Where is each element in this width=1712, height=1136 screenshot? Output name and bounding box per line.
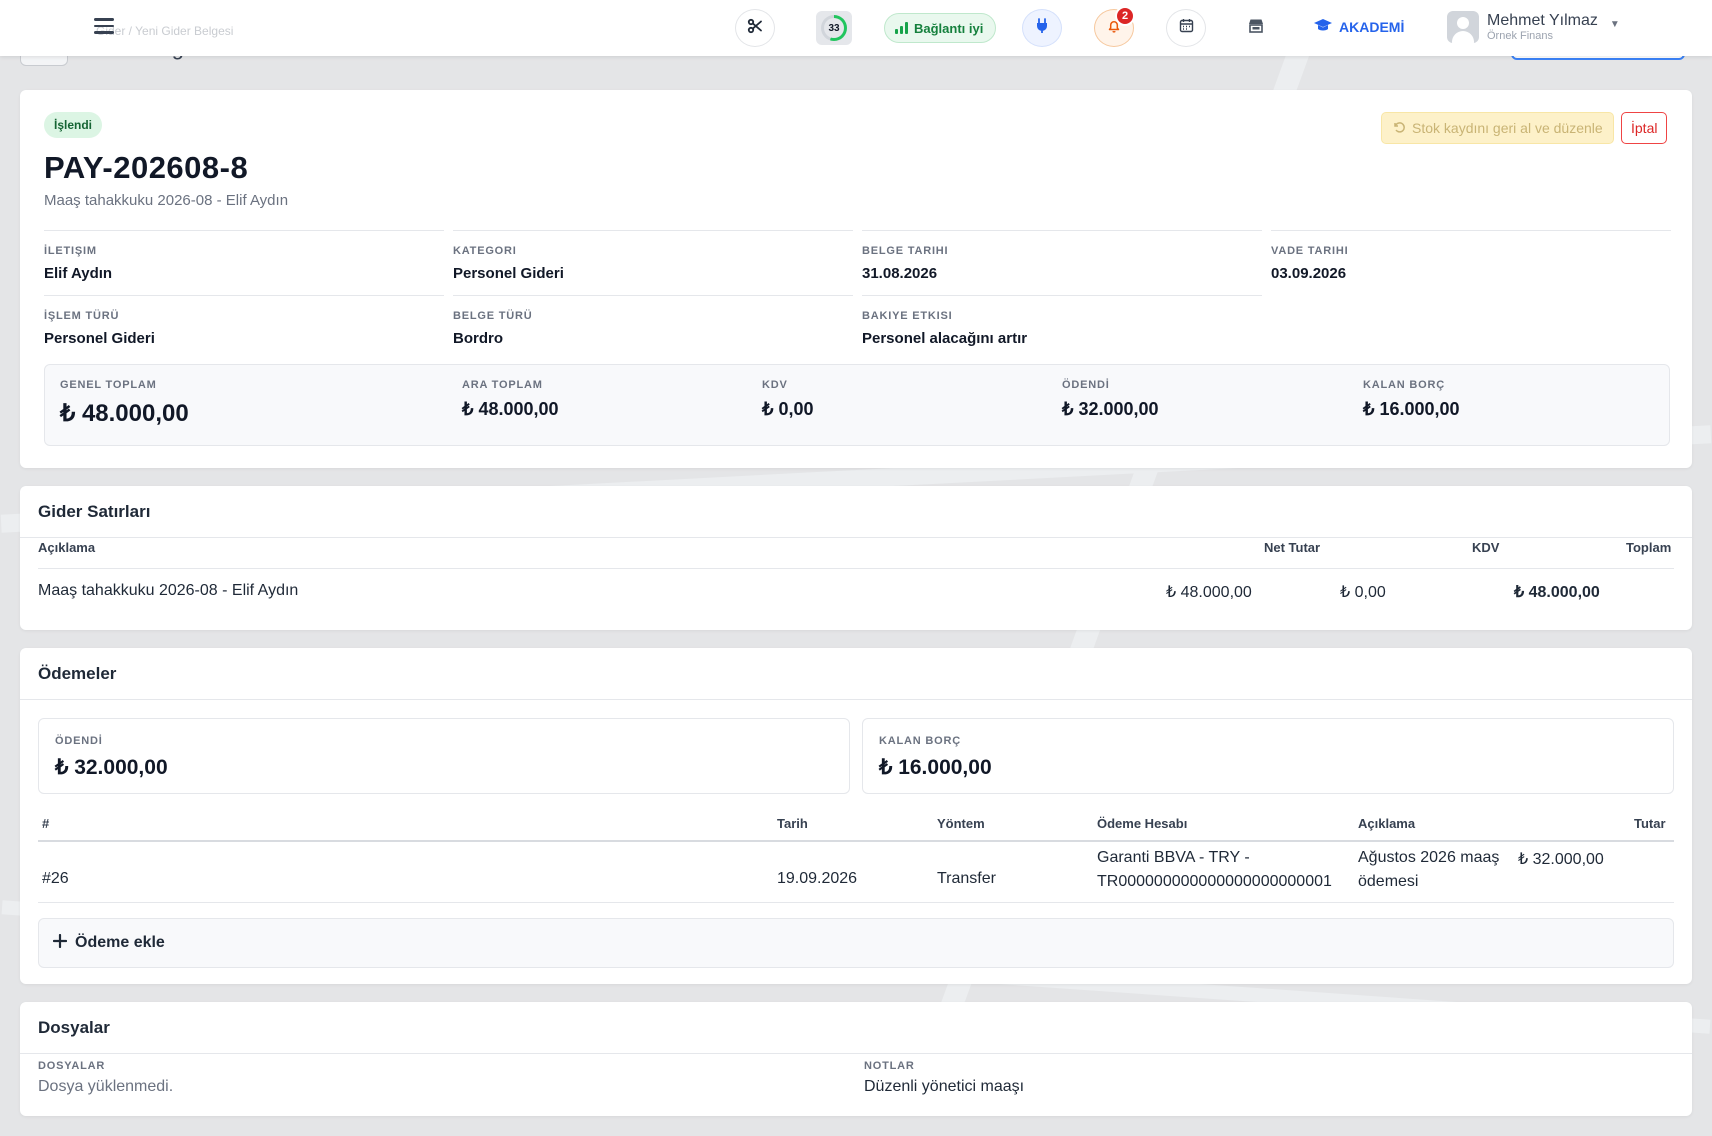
plug-icon <box>1034 17 1050 39</box>
plug-button[interactable] <box>1022 9 1062 47</box>
divider <box>38 902 1674 903</box>
col-header-id: # <box>42 816 50 831</box>
scissors-icon <box>747 18 763 39</box>
total-subtotal: ARA TOPLAM ₺ 48.000,00 <box>462 379 559 419</box>
total-vat: KDV ₺ 0,00 <box>762 379 814 419</box>
store-button[interactable] <box>1236 9 1276 47</box>
user-name: Mehmet Yılmaz <box>1487 12 1598 29</box>
undo-stock-label: Stok kaydını geri al ve düzenle <box>1412 120 1603 136</box>
calendar-button[interactable] <box>1166 9 1206 47</box>
store-icon <box>1247 18 1265 39</box>
calendar-icon <box>1179 18 1194 38</box>
field-contact: İletişim Elif Aydın <box>44 230 444 282</box>
notes-label: NOTLAR <box>864 1060 915 1072</box>
col-header-note: Açıklama <box>1358 816 1416 831</box>
section-title: Dosyalar <box>38 1018 110 1037</box>
add-payment-button[interactable]: Ödeme ekle <box>38 918 1674 968</box>
connection-label: Bağlantı iyi <box>914 20 984 36</box>
divider <box>20 1053 1692 1054</box>
payments-card: Ödemeler ÖDENDİ ₺ 32.000,00 KALAN BORÇ ₺… <box>20 648 1692 984</box>
total-grand: GENEL TOPLAM ₺ 48.000,00 <box>60 379 189 427</box>
col-header-vat: KDV <box>1472 540 1500 555</box>
total-paid: ÖDENDİ ₺ 32.000,00 <box>1062 379 1159 419</box>
connection-status[interactable]: Bağlantı iyi <box>884 13 997 43</box>
field-balance-effect: Bakiye Etkisi Personel alacağını artır <box>862 295 1262 347</box>
totals-panel: GENEL TOPLAM ₺ 48.000,00 ARA TOPLAM ₺ 48… <box>44 364 1670 446</box>
akademi-label: AKADEMİ <box>1339 18 1405 35</box>
user-menu[interactable]: Mehmet Yılmaz Örnek Finans ▼ <box>1447 11 1620 43</box>
col-header-date: Tarih <box>777 816 808 831</box>
col-header-net: Net Tutar <box>1264 540 1321 555</box>
col-header-description: Açıklama <box>38 540 96 555</box>
divider <box>38 568 1674 569</box>
document-number: PAY-202608-8 <box>44 150 249 185</box>
section-title: Ödemeler <box>38 664 117 683</box>
paid-summary: ÖDENDİ ₺ 32.000,00 <box>38 718 850 794</box>
field-transaction-type: İşlem Türü Personel Gideri <box>44 295 444 347</box>
divider <box>38 840 1674 842</box>
expense-lines-card: Gider Satırları Açıklama Net Tutar KDV T… <box>20 486 1692 630</box>
notification-count-badge: 2 <box>1115 6 1135 26</box>
add-payment-label: Ödeme ekle <box>75 934 165 951</box>
akademi-link[interactable]: AKADEMİ <box>1313 18 1404 35</box>
notifications-button[interactable]: 2 <box>1094 6 1135 47</box>
undo-icon <box>1392 120 1406 137</box>
signal-icon <box>895 22 908 34</box>
undo-stock-button[interactable]: Stok kaydını geri al ve düzenle <box>1381 112 1614 144</box>
notes-value: Düzenli yönetici maaşı <box>864 1078 1025 1095</box>
menu-icon[interactable] <box>94 18 114 36</box>
breadcrumb: Gider / Yeni Gider Belgesi <box>96 24 234 38</box>
divider <box>20 537 1692 538</box>
plus-icon <box>52 933 68 953</box>
document-summary-card: İşlendi PAY-202608-8 Maaş tahakkuku 2026… <box>20 90 1692 468</box>
avatar <box>1447 11 1479 43</box>
chevron-down-icon: ▼ <box>1609 18 1620 30</box>
document-description: Maaş tahakkuku 2026-08 - Elif Aydın <box>44 192 289 209</box>
user-org: Örnek Finans <box>1487 30 1554 42</box>
total-remaining: KALAN BORÇ ₺ 16.000,00 <box>1363 379 1460 419</box>
top-navigation-bar: Gider / Yeni Gider Belgesi 33 Bağlantı i… <box>0 0 1712 56</box>
divider <box>20 699 1692 700</box>
scissors-button[interactable] <box>735 9 775 47</box>
col-header-amount: Tutar <box>1634 816 1666 831</box>
cancel-button[interactable]: İptal <box>1621 112 1668 144</box>
files-label: DOSYALAR <box>38 1060 106 1072</box>
files-empty-text: Dosya yüklenmedi. <box>38 1078 174 1095</box>
col-header-method: Yöntem <box>937 816 985 831</box>
field-due-date: Vade Tarihi 03.09.2026 <box>1271 230 1671 282</box>
files-card: Dosyalar DOSYALAR Dosya yüklenmedi. NOTL… <box>20 1002 1692 1116</box>
timer-button[interactable]: 33 <box>816 11 852 45</box>
graduation-cap-icon <box>1313 18 1333 35</box>
field-document-type: Belge Türü Bordro <box>453 295 853 347</box>
field-document-date: Belge Tarihi 31.08.2026 <box>862 230 1262 282</box>
field-category: Kategori Personel Gideri <box>453 230 853 282</box>
timer-icon: 33 <box>821 15 847 41</box>
status-badge: İşlendi <box>44 112 103 138</box>
section-title: Gider Satırları <box>38 502 151 521</box>
remaining-summary: KALAN BORÇ ₺ 16.000,00 <box>862 718 1674 794</box>
col-header-total: Toplam <box>1626 540 1672 555</box>
col-header-account: Ödeme Hesabı <box>1097 816 1188 831</box>
